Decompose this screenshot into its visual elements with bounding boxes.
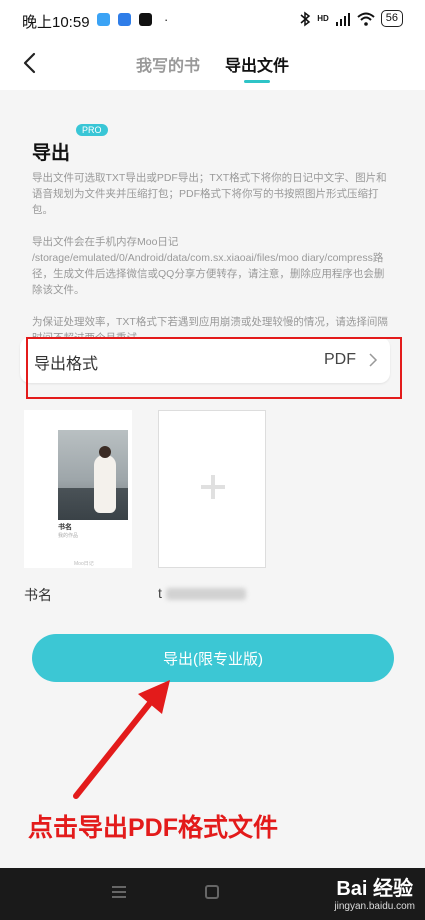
menu-icon[interactable] — [112, 886, 126, 898]
home-icon[interactable] — [205, 885, 219, 899]
annotation-arrow — [73, 680, 170, 799]
annotation-text: 点击导出PDF格式文件 — [28, 814, 279, 842]
baidu-watermark: Bai 经验 jingyan.baidu.com — [334, 872, 415, 912]
watermark-sub: jingyan.baidu.com — [334, 901, 415, 912]
watermark-main: Bai 经验 — [336, 878, 414, 900]
